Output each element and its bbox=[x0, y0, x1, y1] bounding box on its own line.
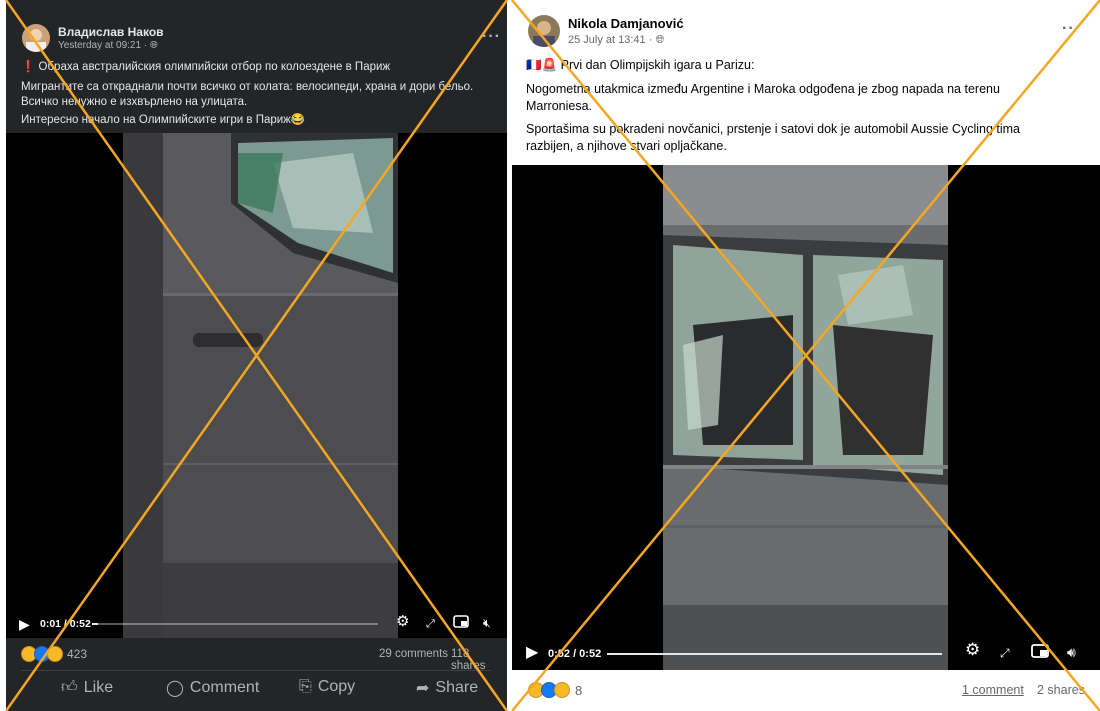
copy-button[interactable]: ⎘ Copy bbox=[299, 678, 355, 696]
author-name[interactable]: Владислав Наков bbox=[58, 25, 164, 39]
author-name[interactable]: Nikola Damjanović bbox=[568, 16, 684, 31]
post-timestamp[interactable]: Yesterday at 09:21 · 🌐︎ bbox=[58, 40, 158, 51]
like-button[interactable]: 👍︎ Like bbox=[61, 678, 113, 697]
settings-icon[interactable]: ⚙ bbox=[396, 614, 409, 629]
more-options-icon[interactable]: ··· bbox=[482, 28, 501, 46]
pip-icon[interactable] bbox=[1031, 644, 1049, 661]
author-avatar[interactable] bbox=[528, 15, 560, 47]
copy-label: Copy bbox=[317, 678, 356, 695]
volume-icon[interactable]: 🔇︎ bbox=[483, 616, 491, 630]
reaction-summary[interactable]: 423 bbox=[21, 646, 87, 662]
post-title-line: ❗ Обраха австралийския олимпийски отбор … bbox=[21, 61, 391, 73]
post-timestamp[interactable]: 25 July at 13:41 · 🌐︎ bbox=[568, 34, 664, 47]
pip-icon[interactable] bbox=[453, 615, 469, 631]
reaction-count: 423 bbox=[67, 647, 88, 661]
comment-icon: ◯ bbox=[166, 680, 184, 697]
comments-count[interactable]: 1 comment bbox=[962, 683, 1024, 697]
post-video[interactable]: ▶ 0:52 / 0:52 ⚙ ⤢ 🔊︎ bbox=[512, 165, 1100, 670]
author-avatar[interactable] bbox=[22, 24, 50, 52]
post-video[interactable]: ▶ 0:01 / 0:52 ⚙ ⤢ 🔇︎ bbox=[6, 133, 507, 638]
play-icon[interactable]: ▶ bbox=[19, 617, 30, 631]
left-facebook-post: Владислав Наков Yesterday at 09:21 · 🌐︎ … bbox=[6, 0, 507, 711]
post-title-line: 🇫🇷🚨 Prvi dan Olimpijskih igara u Parizu: bbox=[526, 58, 755, 72]
share-button[interactable]: ➦ Share bbox=[416, 678, 478, 698]
comment-label: Comment bbox=[189, 679, 260, 696]
share-icon: ➦ bbox=[416, 680, 430, 697]
timestamp-text: 25 July at 13:41 · bbox=[568, 34, 656, 46]
settings-icon[interactable]: ⚙ bbox=[965, 641, 980, 658]
shares-count[interactable]: 118 shares bbox=[451, 648, 507, 672]
share-label: Share bbox=[435, 679, 479, 696]
volume-icon[interactable]: 🔊︎ bbox=[1067, 645, 1076, 659]
play-icon[interactable]: ▶ bbox=[526, 645, 538, 661]
video-progress-bar[interactable] bbox=[607, 653, 942, 655]
fullscreen-icon[interactable]: ⤢ bbox=[1000, 646, 1010, 660]
shares-count[interactable]: 2 shares bbox=[1037, 683, 1085, 697]
like-label: Like bbox=[83, 678, 114, 696]
comment-button[interactable]: ◯ Comment bbox=[166, 678, 259, 698]
video-time: 0:01 / 0:52 bbox=[40, 618, 91, 630]
video-frame-car bbox=[663, 165, 948, 670]
copy-icon: ⎘ bbox=[299, 678, 312, 695]
right-facebook-post: Nikola Damjanović 25 July at 13:41 · 🌐︎ … bbox=[512, 0, 1100, 711]
reaction-count: 8 bbox=[575, 682, 583, 698]
reaction-summary[interactable]: 8 bbox=[528, 682, 582, 698]
post-body-line2: Sportašima su pokradeni novčanici, prste… bbox=[526, 122, 1020, 153]
video-progress-bar[interactable] bbox=[92, 623, 378, 625]
video-frame-car bbox=[123, 133, 398, 638]
timestamp-text: Yesterday at 09:21 · bbox=[58, 40, 150, 51]
post-body-line1: Мигрантите са откраднали почти всичко от… bbox=[21, 81, 474, 108]
globe-icon: 🌐︎ bbox=[149, 40, 158, 51]
post-body-line1: Nogometna utakmica između Argentine i Ma… bbox=[526, 82, 1000, 113]
comments-count[interactable]: 29 comments bbox=[379, 648, 448, 660]
video-progress-fill bbox=[92, 623, 98, 625]
wow-reaction-icon bbox=[47, 646, 63, 662]
video-time: 0:52 / 0:52 bbox=[548, 648, 602, 660]
globe-icon: 🌐︎ bbox=[655, 34, 665, 46]
fullscreen-icon[interactable]: ⤢ bbox=[426, 617, 435, 631]
like-icon: 👍︎ bbox=[61, 679, 78, 696]
divider bbox=[21, 670, 491, 671]
video-progress-fill bbox=[607, 653, 942, 655]
post-body-line2: Интересно начало на Олимпийските игри в … bbox=[21, 114, 306, 126]
sad-reaction-icon bbox=[554, 682, 570, 698]
more-options-icon[interactable]: ··· bbox=[1062, 20, 1081, 38]
